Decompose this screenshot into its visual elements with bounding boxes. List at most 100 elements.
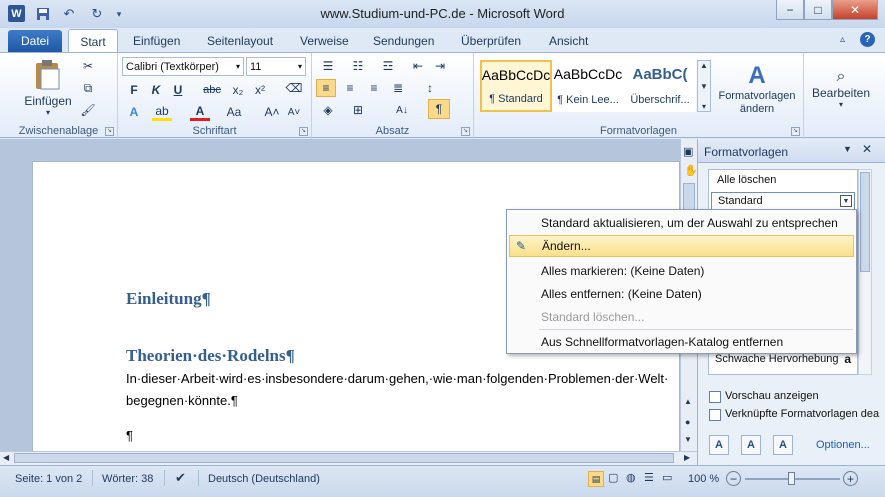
- empty-paragraph[interactable]: ¶: [126, 428, 133, 443]
- body-paragraph-line2[interactable]: begegnen·könnte.¶: [126, 393, 238, 408]
- tab-verweise[interactable]: Verweise: [291, 30, 358, 52]
- decrease-indent-icon[interactable]: ⇤: [408, 57, 428, 75]
- gallery-scroll[interactable]: ▲ ▼ ▾: [697, 60, 711, 112]
- grow-font-icon[interactable]: A˄: [262, 103, 282, 121]
- bullets-icon[interactable]: ☰: [318, 57, 338, 75]
- align-left-icon[interactable]: ≡: [316, 79, 336, 97]
- tab-ansicht[interactable]: Ansicht: [540, 30, 597, 52]
- text-effects-icon[interactable]: A: [124, 103, 144, 121]
- horizontal-scrollbar[interactable]: ◀ ▶: [0, 451, 697, 465]
- font-size-combo[interactable]: 11 ▾: [246, 57, 306, 76]
- tab-seitenlayout[interactable]: Seitenlayout: [198, 30, 282, 52]
- cut-icon[interactable]: ✂: [78, 57, 98, 75]
- menu-item-remove-from-gallery[interactable]: Aus Schnellformatvorlagen-Katalog entfer…: [509, 331, 854, 353]
- preview-checkbox[interactable]: [709, 391, 721, 403]
- word-count[interactable]: Wörter: 38: [102, 473, 153, 485]
- underline-button[interactable]: U: [168, 81, 188, 99]
- clear-all-item[interactable]: Alle löschen: [717, 174, 776, 186]
- full-screen-view-icon[interactable]: ▢: [608, 471, 618, 484]
- shading-icon[interactable]: ◈: [318, 101, 338, 119]
- scroll-left-icon[interactable]: ◀: [3, 453, 9, 462]
- language-indicator[interactable]: Deutsch (Deutschland): [208, 473, 320, 485]
- line-spacing-icon[interactable]: ↕: [420, 79, 440, 97]
- style-dropdown-icon[interactable]: ▼: [840, 195, 852, 207]
- options-link[interactable]: Optionen...: [816, 439, 870, 451]
- page-up-icon[interactable]: ▲: [684, 397, 692, 406]
- style-tile-kein-leerraum[interactable]: AaBbCcDc ¶ Kein Lee...: [552, 60, 624, 112]
- format-painter-icon[interactable]: 🖌: [78, 101, 98, 119]
- new-style-icon[interactable]: A: [709, 435, 729, 455]
- help-icon[interactable]: ?: [860, 32, 875, 47]
- scroll-thumb[interactable]: [14, 453, 674, 463]
- paste-button[interactable]: Einfügen ▾: [18, 57, 78, 119]
- show-formatting-icon[interactable]: ¶: [428, 99, 450, 119]
- font-color-icon[interactable]: A: [190, 103, 210, 121]
- numbering-icon[interactable]: ☷: [348, 57, 368, 75]
- outline-view-icon[interactable]: ☰: [644, 471, 654, 484]
- bold-button[interactable]: F: [124, 81, 144, 99]
- zoom-in-icon[interactable]: +: [843, 471, 858, 486]
- multilevel-list-icon[interactable]: ☲: [378, 57, 398, 75]
- dialog-launcher-icon[interactable]: ↘: [105, 127, 114, 136]
- draft-view-icon[interactable]: ▭: [662, 471, 672, 484]
- web-layout-view-icon[interactable]: ◍: [626, 471, 636, 484]
- manage-styles-icon[interactable]: A: [773, 435, 793, 455]
- page-count[interactable]: Seite: 1 von 2: [15, 473, 82, 485]
- proofing-icon[interactable]: ✔: [175, 470, 186, 486]
- maximize-button[interactable]: □: [804, 0, 832, 20]
- close-icon[interactable]: ✕: [862, 142, 872, 156]
- clear-format-icon[interactable]: ⌫: [284, 79, 304, 97]
- dialog-launcher-icon[interactable]: ↘: [791, 127, 800, 136]
- zoom-slider-thumb[interactable]: [788, 472, 795, 485]
- justify-icon[interactable]: ≣: [388, 79, 408, 97]
- body-paragraph-line1[interactable]: In·dieser·Arbeit·wird·es·insbesondere·da…: [126, 371, 668, 386]
- collapse-ribbon-icon[interactable]: ▵: [840, 34, 845, 45]
- borders-icon[interactable]: ⊞: [348, 101, 368, 119]
- tab-sendungen[interactable]: Sendungen: [364, 30, 443, 52]
- menu-item-remove-all[interactable]: Alles entfernen: (Keine Daten): [509, 283, 854, 305]
- highlight-icon[interactable]: ab: [152, 103, 172, 121]
- menu-item-select-all[interactable]: Alles markieren: (Keine Daten): [509, 260, 854, 282]
- dialog-launcher-icon[interactable]: ↘: [299, 127, 308, 136]
- page-down-icon[interactable]: ▼: [684, 435, 692, 444]
- pan-icon[interactable]: ✋: [684, 164, 698, 177]
- subscript-button[interactable]: x₂: [228, 81, 248, 99]
- align-center-icon[interactable]: ≡: [340, 79, 360, 97]
- zoom-level[interactable]: 100 %: [688, 473, 719, 485]
- strikethrough-button[interactable]: abc: [202, 81, 222, 99]
- tab-einfuegen[interactable]: Einfügen: [124, 30, 189, 52]
- font-name-combo[interactable]: Calibri (Textkörper) ▾: [122, 57, 244, 76]
- style-tile-ueberschrift[interactable]: AaBbC( Überschrif...: [624, 60, 696, 112]
- superscript-button[interactable]: x²: [250, 81, 270, 99]
- scroll-right-icon[interactable]: ▶: [684, 453, 690, 462]
- editing-button[interactable]: ⌕ Bearbeiten ▾: [806, 57, 876, 119]
- align-right-icon[interactable]: ≡: [364, 79, 384, 97]
- tab-ueberpruefen[interactable]: Überprüfen: [452, 30, 530, 52]
- style-inspector-icon[interactable]: ▣: [683, 145, 693, 158]
- shrink-font-icon[interactable]: A˅: [284, 103, 304, 121]
- heading-theorien[interactable]: Theorien·des·Rodelns¶: [126, 346, 295, 366]
- change-case-icon[interactable]: Aa: [224, 103, 244, 121]
- style-list-scrollbar[interactable]: [858, 169, 872, 375]
- style-inspector-button-icon[interactable]: A: [741, 435, 761, 455]
- selected-style-item[interactable]: Standard ▼: [711, 192, 855, 210]
- style-tile-standard[interactable]: AaBbCcDc ¶ Standard: [480, 60, 552, 112]
- menu-item-modify[interactable]: ✎ Ändern...: [509, 235, 854, 257]
- sort-icon[interactable]: A↓: [392, 101, 412, 119]
- change-styles-button[interactable]: A Formatvorlagen ändern: [714, 57, 800, 121]
- tab-datei[interactable]: Datei: [8, 30, 62, 52]
- pane-options-icon[interactable]: ▼: [843, 144, 852, 154]
- menu-item-update-standard[interactable]: Standard aktualisieren, um der Auswahl z…: [509, 212, 854, 234]
- linked-styles-checkbox[interactable]: [709, 409, 721, 421]
- tab-start[interactable]: Start: [68, 29, 118, 53]
- italic-button[interactable]: K: [146, 81, 166, 99]
- close-button[interactable]: ✕: [832, 0, 878, 20]
- zoom-out-icon[interactable]: −: [726, 471, 741, 486]
- copy-icon[interactable]: ⧉: [78, 79, 98, 97]
- heading-einleitung[interactable]: Einleitung¶: [126, 289, 211, 309]
- print-layout-view-icon[interactable]: ▤: [588, 471, 604, 487]
- browse-object-icon[interactable]: ●: [685, 417, 690, 427]
- minimize-button[interactable]: −: [776, 0, 804, 20]
- scroll-thumb[interactable]: [860, 172, 870, 272]
- dialog-launcher-icon[interactable]: ↘: [461, 127, 470, 136]
